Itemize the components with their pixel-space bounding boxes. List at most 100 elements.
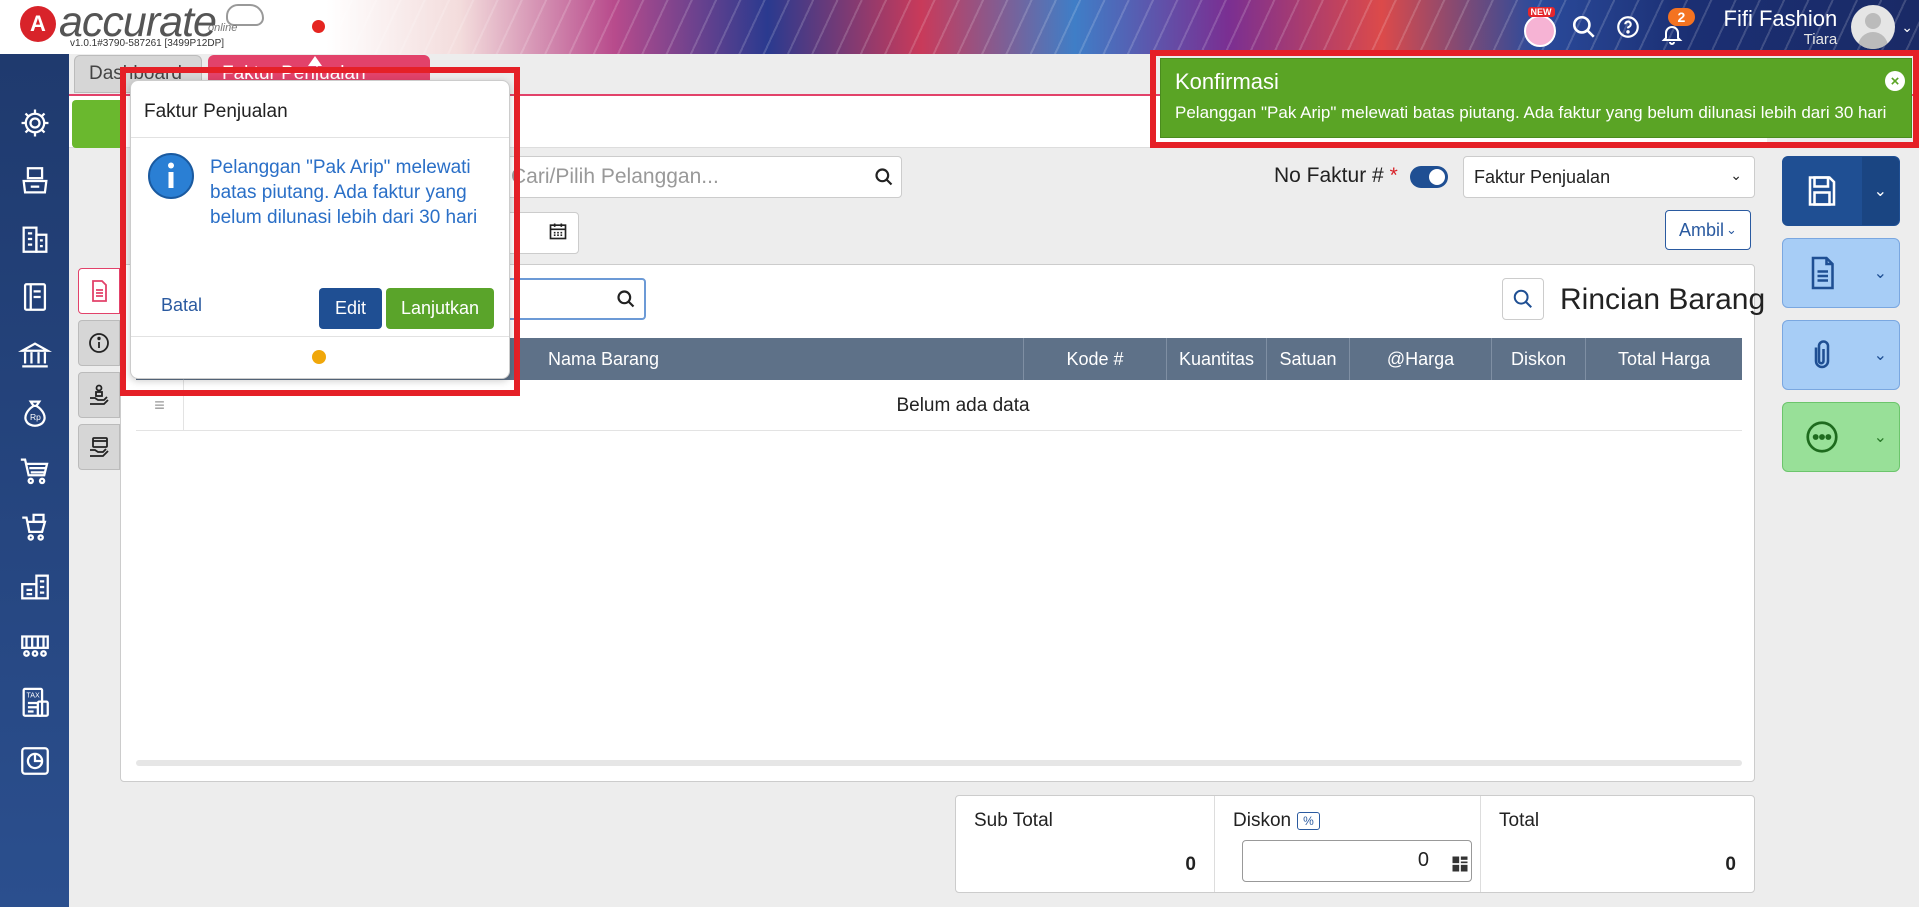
action-panel: ⌄ ⌄ ⌄ ⌄ [1782,156,1900,484]
subtotal-label: Sub Total [974,810,1053,831]
sidebar-item-settings[interactable] [0,94,69,152]
report-chart-icon [20,747,49,775]
list-view-button[interactable] [72,100,120,148]
save-icon-wrap [1783,173,1862,209]
logo-word: accurate [59,0,217,46]
svg-text:TAX: TAX [26,691,40,699]
form-section-tabs [78,268,120,476]
save-icon [1809,176,1836,206]
section-tab-info[interactable] [78,320,120,366]
cart-icon [20,458,48,485]
tax-icon: TAX [22,687,49,717]
ledger-icon [23,283,46,311]
chevron-down-icon: ⌄ [1730,167,1742,183]
payment-icon [90,437,109,457]
attachment-button[interactable]: ⌄ [1782,320,1900,390]
user-name: Fifi Fashion [1723,5,1838,31]
chevron-down-icon[interactable]: ⌄ [1901,19,1913,36]
section-tab-payments[interactable] [78,424,120,470]
sidebar-item-ledger[interactable] [0,268,69,326]
calculator-icon[interactable] [1450,854,1470,874]
user-info[interactable]: Fifi Fashion Tiara [1723,5,1838,48]
column-header[interactable]: Satuan [1267,338,1350,380]
sidebar-item-cash[interactable]: Rp [0,384,69,442]
gear-icon [21,109,48,137]
subtotal-value: 0 [1185,854,1196,875]
notifications-button[interactable]: 2 [1650,5,1696,49]
avatar[interactable] [1851,5,1896,49]
sidebar-item-production[interactable] [0,616,69,674]
section-tab-costs[interactable] [78,372,120,418]
sidebar-item-purchase[interactable] [0,500,69,558]
sidebar-item-bank[interactable] [0,326,69,384]
section-tab-items[interactable] [78,268,120,314]
document-dropdown-button[interactable]: ⌄ [1862,263,1899,283]
pagination-dot[interactable] [312,350,326,364]
popup-divider [131,336,509,337]
status-dot [312,20,325,33]
document-icon-wrap [1783,255,1862,291]
column-header[interactable]: Diskon [1492,338,1586,380]
chevron-down-icon: ⌄ [1726,222,1737,237]
column-header[interactable]: @Harga [1350,338,1492,380]
item-search-input[interactable] [500,278,646,320]
sidebar-item-inventory[interactable] [0,152,69,210]
sidebar-item-warehouse[interactable] [0,558,69,616]
more-actions-button[interactable]: ⌄ [1782,402,1900,472]
help-button[interactable] [1606,5,1650,49]
column-header[interactable]: Kode # [1024,338,1167,380]
search-icon [1572,15,1595,38]
credit-limit-popup: Faktur Penjualan Pelanggan "Pak Arip" me… [130,80,510,379]
logo-mark: A [20,6,56,42]
total-label: Total [1499,810,1540,831]
close-icon[interactable]: × [1885,71,1905,91]
notification-count-badge: 2 [1667,8,1696,26]
diskon-section: Diskon% 0 [1214,796,1480,892]
save-dropdown-button[interactable]: ⌄ [1861,157,1899,225]
required-mark: * [1389,164,1398,187]
horizontal-scrollbar[interactable] [136,760,1742,766]
ambil-button[interactable]: Ambil ⌄ [1665,210,1751,250]
sidebar-item-tax[interactable]: TAX [0,674,69,732]
diskon-percent-toggle[interactable]: % [1297,811,1320,830]
shopping-list-icon [21,513,46,541]
more-icon [1806,421,1838,453]
total-section: Total 0 [1480,796,1754,892]
continue-button[interactable]: Lanjutkan [386,288,494,329]
more-dropdown-button[interactable]: ⌄ [1862,427,1899,447]
diskon-input[interactable]: 0 [1242,840,1472,882]
attachment-dropdown-button[interactable]: ⌄ [1862,345,1899,365]
calendar-icon[interactable] [548,221,568,241]
column-header[interactable]: Kuantitas [1167,338,1267,380]
ambil-label: Ambil [1679,219,1725,240]
search-icon [1513,289,1532,308]
sidebar-item-company[interactable] [0,210,69,268]
svg-text:Rp: Rp [30,412,41,422]
print-document-button[interactable]: ⌄ [1782,238,1900,308]
save-button[interactable]: ⌄ [1782,156,1900,226]
header-actions: NEW 2 Fifi Fashion Tiara ⌄ [1518,0,1919,54]
auto-number-toggle[interactable] [1410,166,1448,188]
version-text: v1.0.1#3790-587261 [3499P12DP] [70,38,225,49]
search-icon[interactable] [874,167,894,187]
hand-money-icon [90,384,109,405]
confirmation-title: Konfirmasi [1175,69,1279,94]
sidebar-item-reports[interactable] [0,732,69,790]
customer-search-input[interactable]: Cari/Pilih Pelanggan... [500,156,902,198]
new-badge: NEW [1527,7,1555,17]
sidebar-item-sales[interactable] [0,442,69,500]
cancel-button[interactable]: Batal [161,295,202,316]
user-role: Tiara [1803,30,1838,48]
inventory-icon [21,167,48,194]
invoice-type-select[interactable]: Faktur Penjualan ⌄ [1463,156,1755,198]
sidebar: Rp TAX [0,54,69,907]
popup-message: Pelanggan "Pak Arip" melewati batas piut… [210,157,478,228]
logo-online-text: online [208,22,238,34]
search-button[interactable] [1562,5,1606,49]
bank-icon [17,342,52,368]
attachment-icon-wrap [1783,337,1862,373]
column-header[interactable]: Total Harga [1586,338,1742,380]
edit-button[interactable]: Edit [319,288,382,329]
rincian-search-button[interactable] [1502,278,1544,320]
new-features-button[interactable]: NEW [1518,5,1562,49]
